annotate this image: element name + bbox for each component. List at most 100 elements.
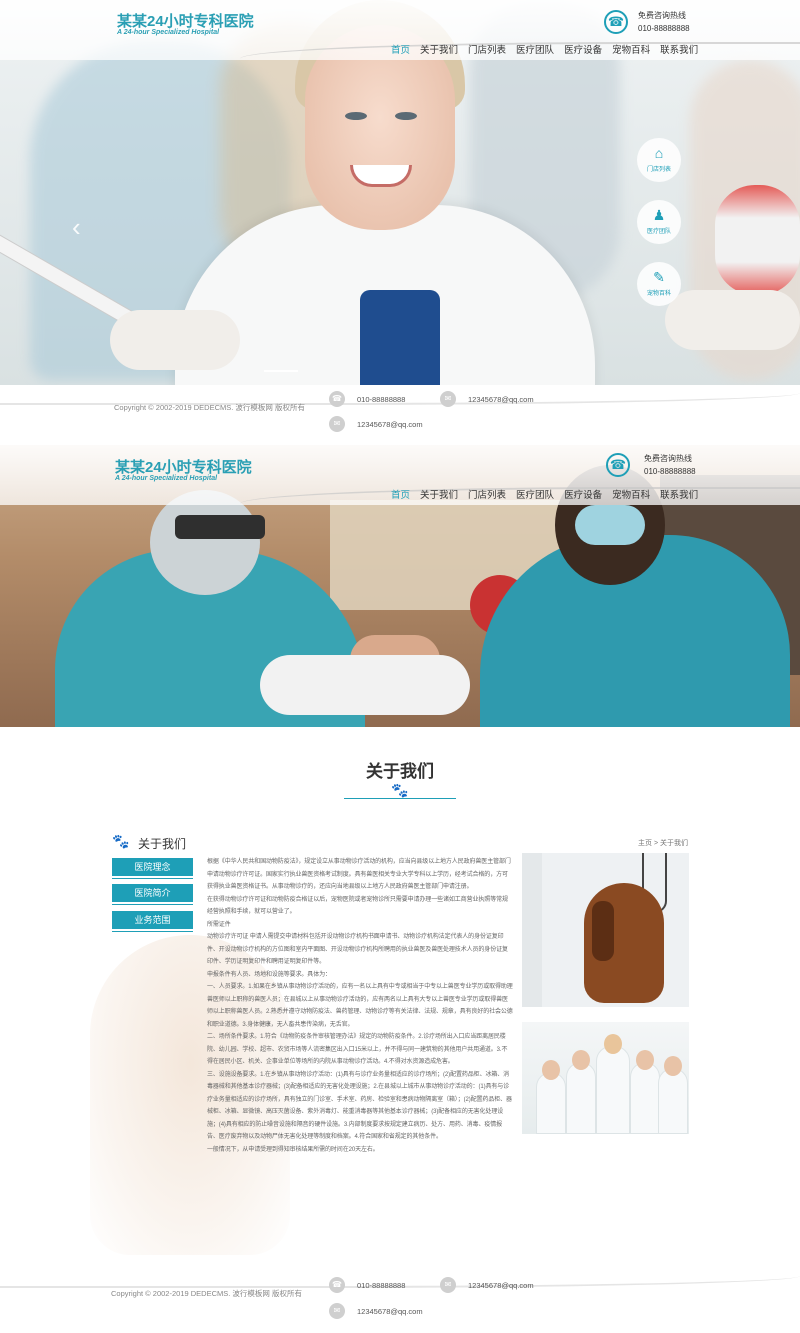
- slider-indicator[interactable]: [264, 370, 298, 372]
- nav-item-contact[interactable]: 联系我们: [660, 487, 698, 505]
- team-member-head: [604, 1034, 622, 1054]
- medical-team-photo: [522, 1022, 689, 1134]
- mail-icon: ✉: [440, 391, 456, 407]
- footer-qq-text: 12345678@qq.com: [357, 419, 423, 429]
- site-header: 某某24小时专科医院 A 24-hour Specialized Hospita…: [0, 0, 800, 60]
- footer-qq: ✉ 12345678@qq.com: [329, 416, 423, 432]
- nav-item-contact[interactable]: 联系我们: [660, 42, 698, 60]
- team-member-head: [572, 1050, 590, 1070]
- article-paragraph: 一般情况下，从申请受理到得知审核结果所需的时间在20天左右。: [207, 1146, 379, 1153]
- sidebar-link-underline: [112, 903, 193, 905]
- surgical-mask: [575, 505, 645, 545]
- side-button-pet-wiki[interactable]: ✎ 宠物百科: [637, 262, 681, 306]
- hotline-number: 010-88888888: [638, 24, 690, 33]
- team-member-head: [636, 1050, 654, 1070]
- article-paragraph: 在获得动物诊疗许可证和动物防疫合格证以后，宠物医院或者宠物诊所只需要申请办理一些…: [207, 896, 508, 916]
- nav-item-pet-wiki[interactable]: 宠物百科: [612, 487, 650, 505]
- team-member: [566, 1062, 596, 1134]
- footer-email-text: 12345678@qq.com: [468, 394, 534, 404]
- site-footer: Copyright © 2002-2019 DEDECMS. 波行模板网 版权所…: [0, 385, 800, 445]
- home-icon: ⌂: [654, 145, 664, 161]
- team-member: [630, 1062, 660, 1134]
- footer-phone-text: 010-88888888: [357, 394, 406, 404]
- team-member-head: [542, 1060, 560, 1080]
- hotline-number: 010-88888888: [644, 467, 696, 476]
- nav-item-team[interactable]: 医疗团队: [516, 42, 554, 60]
- article-paragraph: 根据《中华人民共和国动物防疫法》，规定设立从事动物诊疗活动的机构，应当向县级以上…: [207, 859, 511, 890]
- breadcrumb[interactable]: 主页 > 关于我们: [638, 838, 688, 848]
- footer-qq: ✉ 12345678@qq.com: [329, 1303, 423, 1319]
- footer-phone-text: 010-88888888: [357, 1280, 406, 1290]
- vet-with-dog-photo: [522, 853, 689, 1007]
- nav-item-equipment[interactable]: 医疗设备: [564, 487, 602, 505]
- footer-email: ✉ 12345678@qq.com: [440, 391, 534, 407]
- paw-icon: 🐾: [112, 833, 130, 849]
- sidebar-title-text: 关于我们: [138, 837, 187, 851]
- nav-item-home[interactable]: 首页: [391, 487, 410, 505]
- footer-email-text: 12345678@qq.com: [468, 1280, 534, 1290]
- article-paragraph: 一、人员要求。1.如果在乡镇从事动物诊疗活动的，应有一名以上具有中专或相当于中专…: [207, 984, 513, 1028]
- footer-qq-text: 12345678@qq.com: [357, 1306, 423, 1316]
- side-button-team[interactable]: ♟ 医疗团队: [637, 200, 681, 244]
- main-nav: 首页 关于我们 门店列表 医疗团队 医疗设备 宠物百科 联系我们: [391, 487, 708, 505]
- doctor-eye: [395, 112, 417, 120]
- side-button-label: 门店列表: [646, 167, 671, 173]
- article-paragraph: 申报条件有人员、场地和设施等要求。具体为：: [207, 971, 331, 978]
- footer-email: ✉ 12345678@qq.com: [440, 1277, 534, 1293]
- sidebar-link-philosophy[interactable]: 医院理念: [112, 858, 193, 876]
- nav-item-team[interactable]: 医疗团队: [516, 487, 554, 505]
- book-icon: ✎: [653, 269, 665, 285]
- nav-item-home[interactable]: 首页: [391, 42, 410, 60]
- sidebar-link-intro[interactable]: 医院简介: [112, 884, 193, 902]
- doctor-eye: [345, 112, 367, 120]
- nav-item-equipment[interactable]: 医疗设备: [564, 42, 602, 60]
- hotline-label: 免费咨询热线: [638, 11, 686, 20]
- nav-item-about[interactable]: 关于我们: [420, 42, 458, 60]
- slider-prev-arrow-icon[interactable]: ‹: [72, 212, 81, 243]
- article-paragraph: 二、场所条件要求。1.符合《动物防疫条件审核管理办法》规定的动物防疫条件。2.诊…: [207, 1034, 508, 1065]
- phone-icon: ☎: [606, 453, 630, 477]
- hotline: ☎ 免费咨询热线 010-88888888: [604, 10, 724, 40]
- hotline: ☎ 免费咨询热线 010-88888888: [606, 453, 726, 483]
- dental-model-illustration: [715, 185, 800, 295]
- article-paragraph: 动物诊疗许可证 申请人需提交申请材料包括开设动物诊疗机构书面申请书、动物诊疗机构…: [207, 934, 508, 965]
- phone-icon: ☎: [329, 1277, 345, 1293]
- team-icon: ♟: [652, 207, 666, 223]
- phone-icon: ☎: [329, 391, 345, 407]
- mail-icon: ✉: [329, 416, 345, 432]
- main-nav: 首页 关于我们 门店列表 医疗团队 医疗设备 宠物百科 联系我们: [391, 42, 708, 60]
- side-button-stores[interactable]: ⌂ 门店列表: [637, 138, 681, 182]
- glove-illustration: [665, 290, 800, 350]
- hotline-label: 免费咨询热线: [644, 454, 692, 463]
- side-button-label: 宠物百科: [646, 291, 671, 297]
- side-button-label: 医疗团队: [646, 229, 671, 235]
- article-paragraph: 三、设施设备要求。1.在乡镇从事动物诊疗活动：(1)具有与诊疗业务量相适应的诊疗…: [207, 1071, 512, 1141]
- nav-item-about[interactable]: 关于我们: [420, 487, 458, 505]
- logo-text-cn: 某某24小时专科医院: [117, 13, 254, 30]
- section-title: 关于我们: [366, 762, 434, 781]
- glove-hands: [260, 655, 470, 715]
- site-logo[interactable]: 某某24小时专科医院 A 24-hour Specialized Hospita…: [115, 456, 252, 482]
- team-member: [536, 1072, 566, 1134]
- site-logo[interactable]: 某某24小时专科医院 A 24-hour Specialized Hospita…: [117, 10, 254, 36]
- copyright-text: Copyright © 2002-2019 DEDECMS. 波行模板网 版权所…: [111, 1289, 302, 1298]
- nav-item-stores[interactable]: 门店列表: [468, 487, 506, 505]
- glove-illustration: [110, 310, 240, 370]
- mail-icon: ✉: [329, 1303, 345, 1319]
- nav-item-pet-wiki[interactable]: 宠物百科: [612, 42, 650, 60]
- nav-item-stores[interactable]: 门店列表: [468, 42, 506, 60]
- article-body: 根据《中华人民共和国动物防疫法》，规定设立从事动物诊疗活动的机构，应当向县级以上…: [207, 856, 513, 1156]
- site-footer-2: Copyright © 2002-2019 DEDECMS. 波行模板网 版权所…: [0, 1268, 800, 1333]
- team-member-head: [664, 1056, 682, 1076]
- article-paragraph: 所需证件: [207, 921, 231, 928]
- footer-phone: ☎ 010-88888888: [329, 1277, 405, 1293]
- team-member: [596, 1046, 630, 1134]
- team-member: [658, 1068, 688, 1134]
- section-divider: [414, 798, 456, 799]
- section-divider: [346, 798, 386, 799]
- paw-icon: 🐾: [391, 782, 409, 798]
- dog-ear: [592, 901, 614, 961]
- sidebar-link-scope[interactable]: 业务范围: [112, 911, 193, 929]
- phone-icon: ☎: [604, 10, 628, 34]
- site-header-2: 某某24小时专科医院 A 24-hour Specialized Hospita…: [0, 445, 800, 505]
